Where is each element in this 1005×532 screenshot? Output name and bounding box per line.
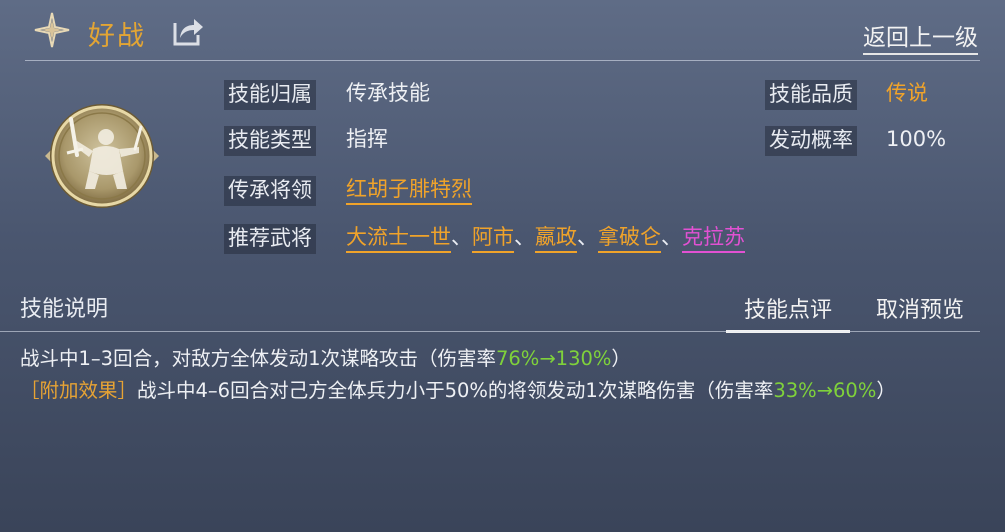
divider <box>0 331 980 332</box>
recommend-general-link[interactable]: 阿市 <box>472 224 514 253</box>
divider <box>25 60 980 61</box>
compass-star-icon <box>34 12 70 48</box>
damage-rate-value: 76%→130% <box>495 347 612 370</box>
recommend-general-link[interactable]: 克拉苏 <box>682 224 745 253</box>
description-text: 战斗中4–6回合对己方全体兵力小于50%的将领发动1次谋略伤害（伤害率 <box>137 379 774 402</box>
list-separator: 、 <box>661 225 682 249</box>
description-text: ） <box>876 379 896 402</box>
trigger-rate-label: 发动概率 <box>765 126 857 156</box>
list-separator: 、 <box>577 225 598 249</box>
tab-skill-review[interactable]: 技能点评 <box>726 292 850 333</box>
recommend-general-list: 大流士一世、阿市、嬴政、拿破仑、克拉苏 <box>346 224 745 253</box>
share-icon[interactable] <box>171 15 205 47</box>
back-button[interactable]: 返回上一级 <box>863 18 978 55</box>
recommend-general-link[interactable]: 大流士一世 <box>346 224 451 253</box>
list-separator: 、 <box>514 225 535 249</box>
extra-effect-tag: ［附加效果］ <box>20 379 138 402</box>
damage-rate-value: 33%→60% <box>773 379 877 402</box>
section-title: 技能说明 <box>20 297 109 322</box>
list-separator: 、 <box>451 225 472 249</box>
description-text: ） <box>611 347 631 370</box>
description-text: 战斗中1–3回合，对敌方全体发动1次谋略攻击（伤害率 <box>20 347 496 370</box>
trigger-rate-value: 100% <box>886 127 947 151</box>
skill-type-value: 指挥 <box>346 127 388 151</box>
skill-description: 战斗中1–3回合，对敌方全体发动1次谋略攻击（伤害率76%→130%） ［附加效… <box>20 343 970 407</box>
skill-quality-label: 技能品质 <box>765 80 857 110</box>
skill-belong-value: 传承技能 <box>346 81 430 105</box>
description-line: 战斗中1–3回合，对敌方全体发动1次谋略攻击（伤害率76%→130%） <box>20 343 970 375</box>
skill-type-label: 技能类型 <box>224 126 316 156</box>
inherit-general-label: 传承将领 <box>224 176 316 206</box>
skill-name: 好战 <box>88 21 146 52</box>
recommend-general-label: 推荐武将 <box>224 224 316 254</box>
warrior-emblem-icon <box>45 104 159 208</box>
skill-belong-label: 技能归属 <box>224 80 316 110</box>
description-line: ［附加效果］战斗中4–6回合对己方全体兵力小于50%的将领发动1次谋略伤害（伤害… <box>20 375 970 407</box>
skill-quality-value: 传说 <box>886 81 928 105</box>
recommend-general-link[interactable]: 拿破仑 <box>598 224 661 253</box>
recommend-general-link[interactable]: 嬴政 <box>535 224 577 253</box>
inherit-general-link[interactable]: 红胡子腓特烈 <box>346 176 472 205</box>
cancel-preview-button[interactable]: 取消预览 <box>876 292 964 324</box>
